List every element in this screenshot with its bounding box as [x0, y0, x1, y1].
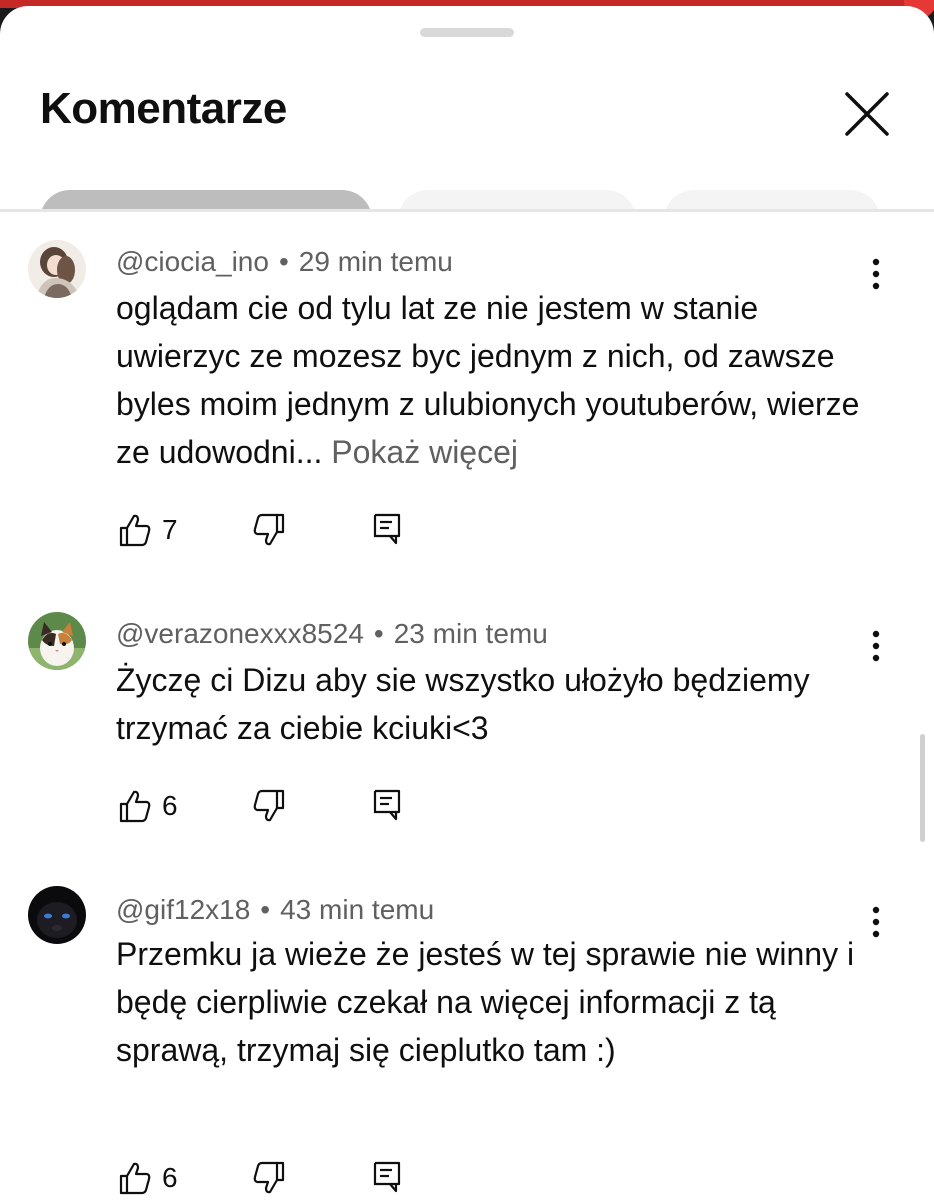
meta-separator: • [373, 618, 384, 649]
like-icon[interactable] [118, 512, 152, 548]
comment-text: Przemku ja wieże że jesteś w tej sprawie… [116, 930, 876, 1074]
drag-handle[interactable] [420, 28, 514, 37]
reply-icon[interactable] [372, 788, 402, 822]
comment-time: 23 min temu [393, 618, 548, 649]
comment-actions: 7 [116, 512, 436, 552]
cat-avatar-icon [28, 612, 86, 670]
comments-sheet: Komentarze @ciocia_ino • 29 min temu ogl… [0, 6, 934, 1200]
dislike-icon[interactable] [252, 788, 286, 824]
avatar[interactable] [28, 240, 86, 298]
more-options-icon[interactable] [862, 626, 890, 666]
app-screen: Komentarze @ciocia_ino • 29 min temu ogl… [0, 0, 934, 1200]
comment-text: Życzę ci Dizu aby sie wszystko ułożyło b… [116, 656, 876, 752]
like-count: 6 [162, 1162, 178, 1193]
reply-icon[interactable] [372, 1160, 402, 1194]
dislike-icon[interactable] [252, 1160, 286, 1196]
show-more-link[interactable]: Pokaż więcej [331, 434, 518, 470]
dislike-icon[interactable] [252, 512, 286, 548]
like-icon[interactable] [118, 788, 152, 824]
like-count: 6 [162, 790, 178, 821]
filter-chip-top[interactable] [40, 190, 372, 210]
comment-text: oglądam cie od tylu lat ze nie jestem w … [116, 284, 876, 476]
comment-meta: @ciocia_ino • 29 min temu [116, 246, 453, 278]
filter-chip-newest[interactable] [398, 190, 636, 210]
avatar[interactable] [28, 886, 86, 944]
comment-author[interactable]: @ciocia_ino [116, 246, 269, 277]
comment-meta: @verazonexxx8524 • 23 min temu [116, 618, 548, 650]
comment-actions: 6 [116, 1160, 436, 1200]
scrollbar[interactable] [920, 734, 925, 842]
like-count: 7 [162, 514, 178, 545]
comment-body: Przemku ja wieże że jesteś w tej sprawie… [116, 936, 855, 1068]
comment-body: Życzę ci Dizu aby sie wszystko ułożyło b… [116, 662, 810, 746]
avatar[interactable] [28, 612, 86, 670]
more-options-icon[interactable] [862, 254, 890, 294]
comment-meta: @gif12x18 • 43 min temu [116, 894, 434, 926]
filter-chip-other[interactable] [664, 190, 880, 210]
comment-author[interactable]: @gif12x18 [116, 894, 250, 925]
comment-actions: 6 [116, 788, 436, 828]
anime-girl-avatar-icon [28, 240, 86, 298]
close-icon[interactable] [842, 86, 892, 142]
header-divider [0, 209, 934, 212]
like-icon[interactable] [118, 1160, 152, 1196]
comment-time: 43 min temu [280, 894, 435, 925]
dark-animal-avatar-icon [28, 886, 86, 944]
more-options-icon[interactable] [862, 902, 890, 942]
reply-icon[interactable] [372, 512, 402, 546]
meta-separator: • [278, 246, 289, 277]
filter-chips [0, 186, 934, 210]
sheet-title: Komentarze [40, 84, 287, 133]
comment-time: 29 min temu [298, 246, 453, 277]
meta-separator: • [260, 894, 271, 925]
comment-author[interactable]: @verazonexxx8524 [116, 618, 364, 649]
